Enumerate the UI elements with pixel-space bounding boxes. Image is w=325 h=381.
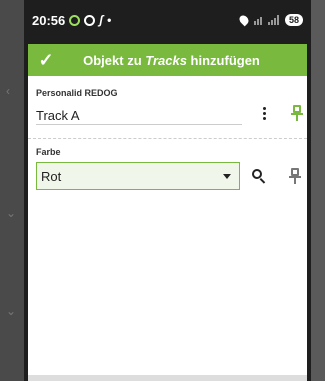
add-to-tracks-dialog: ✓ Objekt zu Tracks hinzufügen Personalid… xyxy=(28,44,307,381)
color-row: Rot xyxy=(28,161,307,191)
color-label: Farbe xyxy=(36,147,61,157)
dialog-title-suffix: hinzufügen xyxy=(186,52,260,68)
location-icon xyxy=(237,13,251,27)
status-right: 58 xyxy=(237,13,303,27)
personal-id-input[interactable] xyxy=(36,101,242,125)
right-background-strip xyxy=(311,0,325,381)
color-select[interactable]: Rot xyxy=(36,162,240,190)
chevron-left-icon: ‹ xyxy=(6,84,10,98)
cell-signal-icon xyxy=(267,15,279,25)
personal-id-row xyxy=(28,98,307,128)
personal-id-label: Personalid REDOG xyxy=(36,88,118,98)
pin-icon[interactable] xyxy=(288,168,302,184)
dialog-title-emphasis: Tracks xyxy=(145,52,187,68)
status-left: 20:56 ʃ • xyxy=(32,13,111,28)
dialog-bottom-shade xyxy=(28,375,307,381)
more-options-icon[interactable] xyxy=(254,106,274,120)
shazam-icon: ʃ xyxy=(99,13,104,27)
left-background-strip: ‹ ⌄ ⌄ xyxy=(0,0,24,381)
dropdown-caret-icon xyxy=(223,173,231,179)
whatsapp-icon xyxy=(84,14,96,26)
check-icon[interactable]: ✓ xyxy=(28,50,64,71)
status-time: 20:56 xyxy=(32,12,66,28)
battery-icon: 58 xyxy=(284,14,303,26)
dialog-header: ✓ Objekt zu Tracks hinzufügen xyxy=(28,44,307,76)
chevron-down-icon: ⌄ xyxy=(6,304,17,318)
phone-screen: 20:56 ʃ • 58 ✓ Objekt zu Tracks hinzufüg… xyxy=(24,0,311,381)
dialog-title: Objekt zu Tracks hinzufügen xyxy=(64,53,307,68)
dialog-title-prefix: Objekt zu xyxy=(83,52,146,68)
more-notifications-icon: • xyxy=(107,13,112,27)
color-select-value: Rot xyxy=(41,168,62,184)
notification-circle-icon xyxy=(69,14,81,26)
pin-icon[interactable] xyxy=(290,105,304,121)
wifi-signal-icon xyxy=(253,15,262,25)
chevron-down-icon: ⌄ xyxy=(6,206,17,220)
status-bar: 20:56 ʃ • 58 xyxy=(24,0,311,40)
field-divider xyxy=(28,138,307,139)
search-icon[interactable] xyxy=(252,169,266,184)
